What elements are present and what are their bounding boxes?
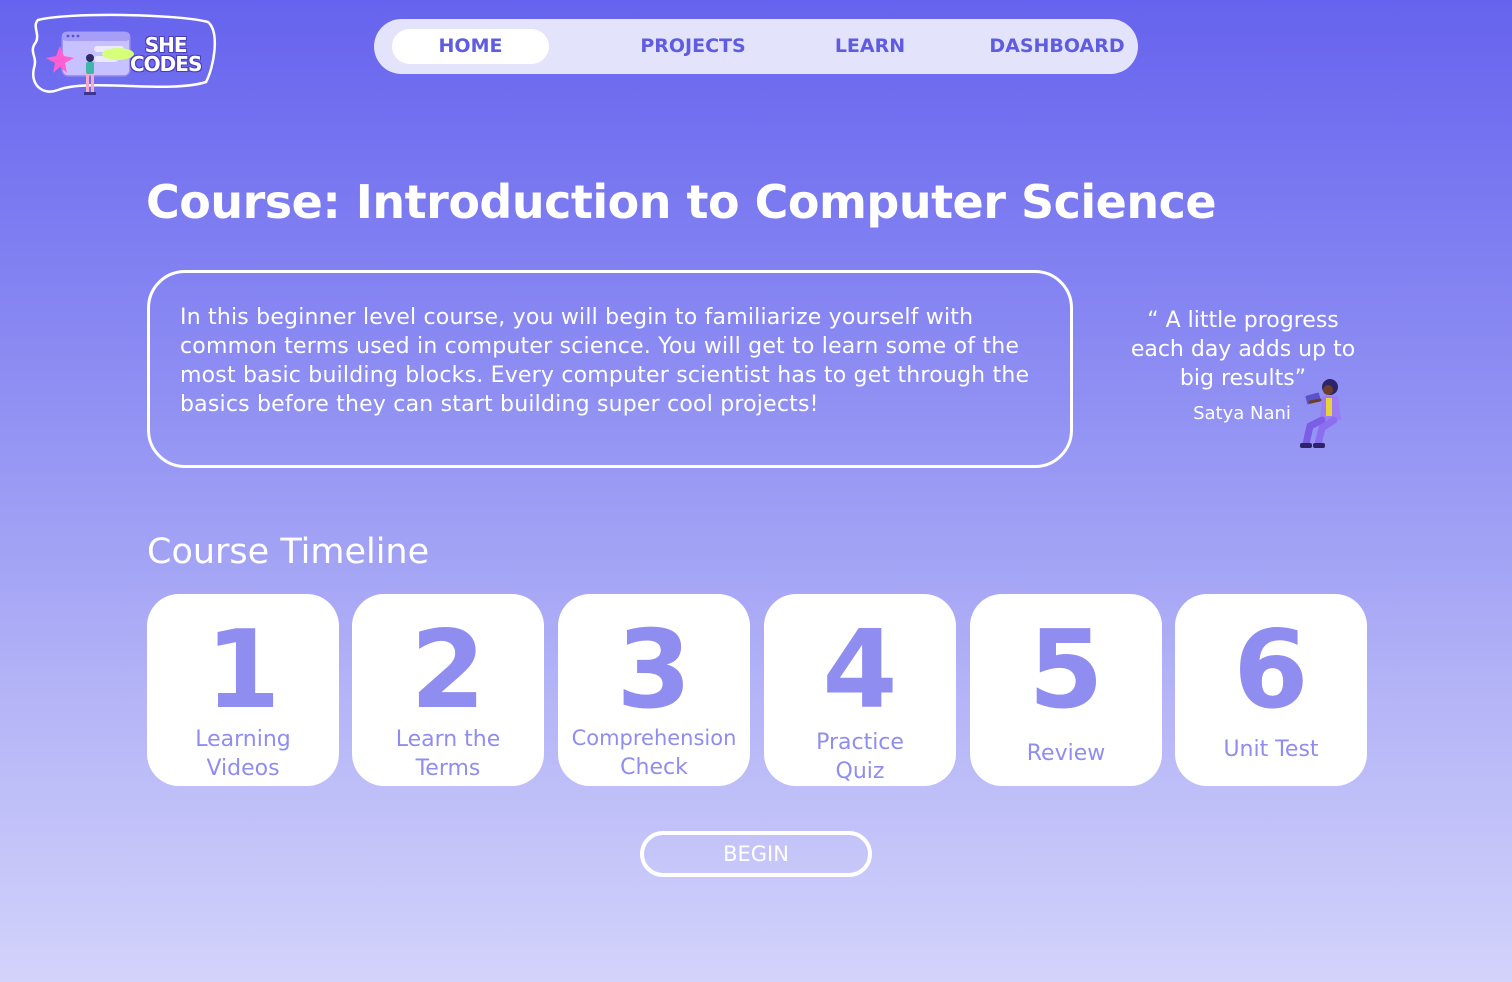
- step-number: 5: [1028, 608, 1104, 733]
- timeline-step-review[interactable]: 5 Review: [970, 594, 1162, 786]
- step-label-line-1: Comprehension: [571, 726, 737, 750]
- timeline-step-learning-videos[interactable]: 1 Learning Videos: [147, 594, 339, 786]
- step-label-line-1: Review: [1026, 741, 1106, 766]
- step-label-line-1: Practice: [816, 730, 904, 755]
- main-nav: HOME PROJECTS LEARN DASHBOARD: [374, 19, 1138, 74]
- timeline-step-practice-quiz[interactable]: 4 Practice Quiz: [764, 594, 956, 786]
- step-number: 4: [822, 608, 898, 733]
- begin-button[interactable]: BEGIN: [640, 831, 872, 877]
- page-title: Course: Introduction to Computer Science: [146, 175, 1217, 229]
- step-number: 3: [616, 608, 692, 733]
- step-label-line-2: Check: [620, 755, 688, 780]
- nav-home[interactable]: HOME: [392, 29, 549, 64]
- nav-projects[interactable]: PROJECTS: [622, 19, 764, 74]
- timeline-step-unit-test[interactable]: 6 Unit Test: [1175, 594, 1367, 786]
- step-label-line-2: Quiz: [835, 759, 885, 784]
- timeline-step-learn-the-terms[interactable]: 2 Learn the Terms: [352, 594, 544, 786]
- course-description: In this beginner level course, you will …: [180, 305, 1030, 417]
- course-timeline-title: Course Timeline: [147, 532, 430, 572]
- course-description-box: In this beginner level course, you will …: [147, 270, 1073, 468]
- person-with-laptop-icon: [1300, 379, 1341, 448]
- nav-learn[interactable]: LEARN: [814, 19, 926, 74]
- quote-author: Satya Nani: [1193, 403, 1291, 424]
- step-label-line-1: Unit Test: [1223, 737, 1319, 762]
- step-label-line-2: Terms: [415, 756, 481, 781]
- logo-wordmark: SHE CODES: [130, 35, 202, 76]
- step-number: 6: [1233, 608, 1309, 733]
- step-number: 2: [410, 608, 486, 733]
- step-number: 1: [205, 608, 281, 733]
- step-label-line-2: Videos: [206, 756, 280, 781]
- logo-line-2: CODES: [130, 52, 202, 76]
- step-label-line-1: Learning: [195, 727, 291, 752]
- step-label-line-1: Learn the: [395, 727, 501, 752]
- timeline-step-comprehension-check[interactable]: 3 Comprehension Check: [558, 594, 750, 786]
- nav-dashboard[interactable]: DASHBOARD: [982, 19, 1132, 74]
- she-codes-logo[interactable]: SHE CODES: [28, 12, 220, 102]
